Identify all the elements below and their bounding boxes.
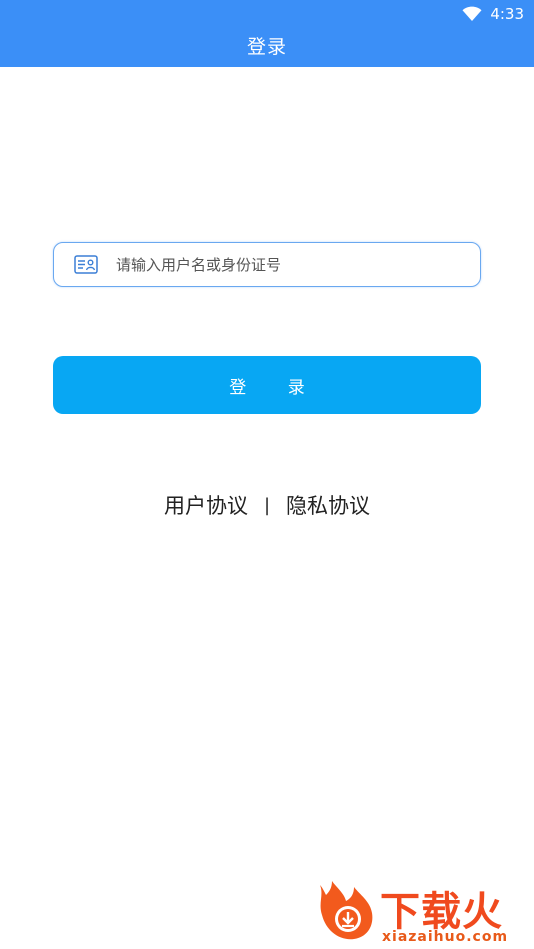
page-title: 登录 — [246, 36, 287, 58]
login-button-label: 登 录 — [229, 377, 323, 398]
app-bar: 4:33 登录 — [0, 0, 534, 67]
wifi-icon — [462, 6, 482, 21]
watermark-domain: xiazaihuo.com — [382, 929, 509, 945]
id-card-icon — [74, 255, 98, 274]
status-bar: 4:33 — [462, 4, 524, 24]
agreement-links: 用户协议 | 隐私协议 — [0, 490, 534, 520]
user-agreement-link[interactable]: 用户协议 — [164, 490, 248, 520]
id-field[interactable] — [53, 242, 481, 287]
link-separator: | — [263, 494, 271, 516]
privacy-policy-link[interactable]: 隐私协议 — [286, 490, 370, 520]
watermark: 下载火 xiazaihuo.com — [314, 877, 534, 949]
login-button[interactable]: 登 录 — [53, 356, 481, 414]
username-or-id-input[interactable] — [116, 249, 446, 280]
flame-logo-icon — [320, 881, 373, 940]
status-time: 4:33 — [490, 5, 524, 23]
